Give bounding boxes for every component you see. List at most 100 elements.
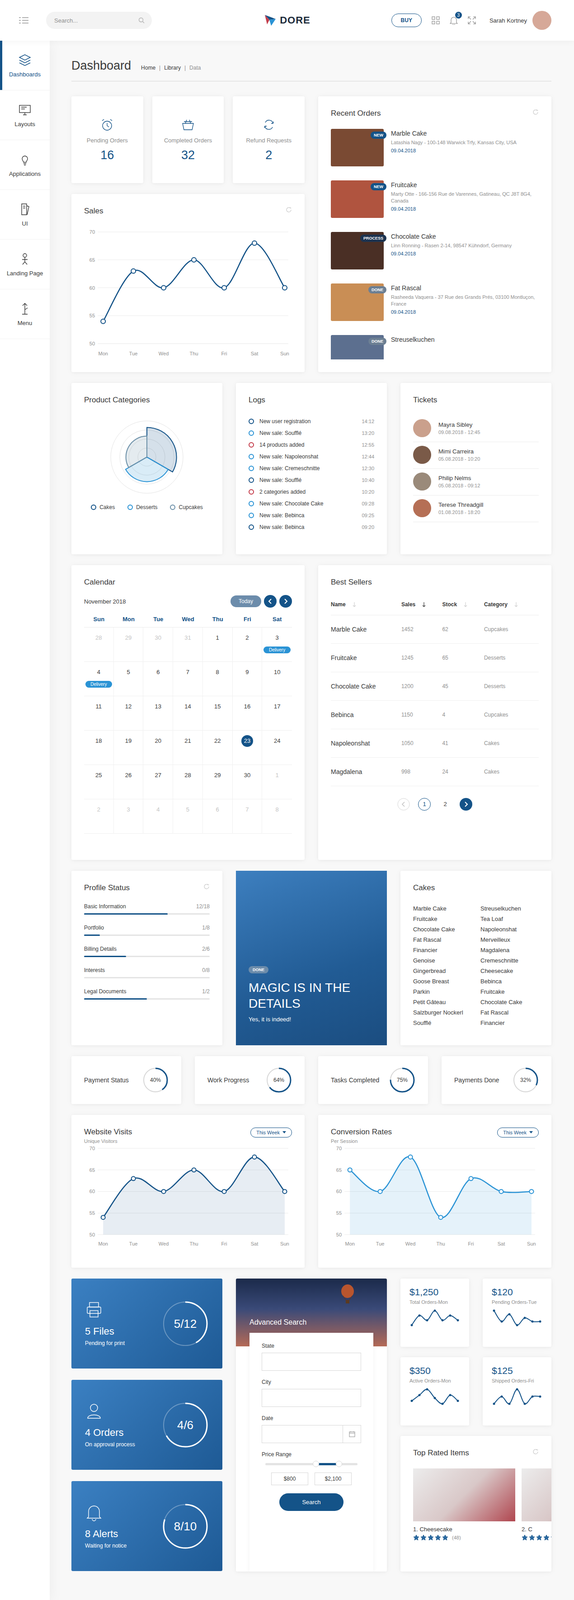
calendar-day[interactable]: 26: [113, 764, 144, 800]
calendar-day[interactable]: 28: [84, 627, 114, 662]
cake-link[interactable]: Bebinca: [480, 975, 539, 987]
data-point[interactable]: [161, 285, 166, 291]
user-name[interactable]: Sarah Kortney: [489, 17, 527, 24]
data-point[interactable]: [100, 319, 106, 324]
calendar-day[interactable]: 8: [202, 661, 233, 697]
cake-link[interactable]: Financier: [413, 944, 472, 956]
calendar-day[interactable]: 29: [202, 764, 233, 800]
data-point[interactable]: [438, 1214, 443, 1219]
cake-link[interactable]: Cheesecake: [480, 965, 539, 976]
polar-wedge[interactable]: [126, 436, 147, 468]
sort-icon[interactable]: [463, 601, 468, 607]
rated-carousel[interactable]: 1. Cheesecake(48)2. C: [413, 1467, 552, 1541]
calendar-event[interactable]: Delivery: [85, 680, 113, 688]
table-row[interactable]: Magdalena99824Cakes: [330, 757, 539, 786]
task-card[interactable]: 8 AlertsWaiting for notice8/10: [71, 1480, 223, 1571]
refresh-icon[interactable]: [532, 1448, 539, 1455]
order-item[interactable]: PROCESSChocolate CakeLinn Ronning - Rase…: [330, 231, 539, 284]
magnifier-icon[interactable]: [138, 17, 145, 24]
order-item[interactable]: NEWFruitcakeMarty Otte - 166-156 Rue de …: [330, 180, 539, 232]
data-point[interactable]: [131, 1176, 136, 1181]
cake-link[interactable]: Soufflé: [413, 1017, 472, 1028]
calendar-day[interactable]: 24: [262, 730, 292, 765]
rated-item[interactable]: 2. C: [521, 1467, 552, 1541]
data-point[interactable]: [408, 1154, 413, 1159]
task-card[interactable]: 4 OrdersOn approval process4/6: [71, 1379, 223, 1470]
data-point[interactable]: [221, 285, 227, 291]
breadcrumb-item[interactable]: Home: [141, 64, 156, 71]
data-point[interactable]: [252, 1154, 257, 1159]
cake-link[interactable]: Genoise: [413, 955, 472, 966]
page-number[interactable]: 1: [418, 797, 431, 811]
data-point[interactable]: [498, 1189, 504, 1194]
calendar-day[interactable]: 31: [173, 627, 203, 662]
order-item[interactable]: DONEStreuselkuchen: [330, 334, 539, 360]
cake-link[interactable]: Parkin: [413, 986, 472, 997]
data-point[interactable]: [468, 1176, 473, 1181]
cake-link[interactable]: Tea Loaf: [480, 913, 539, 924]
calendar-day[interactable]: 10: [262, 661, 292, 697]
data-point[interactable]: [191, 257, 197, 263]
order-item[interactable]: NEWMarble CakeLatashia Nagy - 100-148 Wa…: [330, 128, 539, 181]
calendar-day[interactable]: 3Delivery: [262, 627, 292, 662]
search-button[interactable]: Search: [279, 1492, 344, 1511]
calendar-day[interactable]: 1: [202, 627, 233, 662]
legend-item[interactable]: Cakes: [90, 503, 115, 511]
calendar-day[interactable]: 25: [84, 764, 114, 800]
sidebar-item[interactable]: Dashboards: [0, 40, 50, 91]
calendar-event[interactable]: Delivery: [263, 646, 291, 654]
date-input[interactable]: [261, 1424, 344, 1443]
calendar-day[interactable]: 2: [232, 627, 263, 662]
calendar-day[interactable]: 20: [143, 730, 174, 765]
calendar-day[interactable]: 21: [173, 730, 203, 765]
menu-icon[interactable]: [18, 16, 30, 24]
range-handle-high[interactable]: [335, 1460, 343, 1467]
user-avatar[interactable]: [532, 10, 552, 30]
order-item[interactable]: DONEFat RascalRasheeda Vaquera - 37 Rue …: [330, 283, 539, 335]
data-point[interactable]: [101, 1214, 106, 1219]
logo[interactable]: DORE: [263, 13, 311, 28]
cake-link[interactable]: Chocolate Cake: [413, 923, 472, 935]
calendar-day[interactable]: 7: [232, 799, 263, 834]
search-box[interactable]: [46, 11, 152, 29]
legend-item[interactable]: Desserts: [127, 503, 158, 511]
sort-icon[interactable]: [352, 601, 357, 607]
cake-link[interactable]: Chocolate Cake: [480, 996, 539, 1007]
stat-card[interactable]: Pending Orders16: [71, 96, 144, 184]
calendar-day[interactable]: 18: [84, 730, 114, 765]
stat-card[interactable]: Refund Requests2: [232, 96, 305, 184]
cake-link[interactable]: Financier: [480, 1017, 539, 1028]
ticket-row[interactable]: Terese Threadgill01.08.2018 - 18:20: [413, 495, 539, 523]
calendar-day[interactable]: 5: [113, 661, 144, 697]
cake-link[interactable]: Gingerbread: [413, 965, 472, 976]
sidebar-item[interactable]: Landing Page: [0, 239, 50, 290]
sidebar-item[interactable]: UI: [0, 189, 50, 240]
cake-link[interactable]: Napoleonshat: [480, 923, 539, 935]
data-point[interactable]: [131, 268, 136, 274]
range-handle-low[interactable]: [312, 1460, 320, 1467]
sidebar-item[interactable]: Applications: [0, 140, 50, 190]
breadcrumb-item[interactable]: Library: [164, 64, 181, 71]
fullscreen-icon[interactable]: [467, 16, 476, 25]
column-header[interactable]: Category: [484, 597, 539, 616]
calendar-day[interactable]: 4: [143, 799, 174, 834]
refresh-icon[interactable]: [285, 206, 292, 213]
legend-item[interactable]: Cupcakes: [169, 503, 203, 511]
cake-link[interactable]: Cremeschnitte: [480, 955, 539, 966]
data-point[interactable]: [192, 1167, 197, 1172]
previous-page-icon[interactable]: [397, 797, 410, 811]
feature-banner[interactable]: DONEMAGIC IS IN THE DETAILSYes, it is in…: [235, 870, 387, 1045]
calendar-day[interactable]: 30: [232, 764, 263, 800]
calendar-day[interactable]: 12: [113, 696, 144, 731]
next-month-icon[interactable]: [279, 594, 292, 608]
calendar-day[interactable]: 6: [202, 799, 233, 834]
cake-link[interactable]: Goose Breast: [413, 975, 472, 987]
date-picker-button[interactable]: [343, 1424, 362, 1443]
ticket-row[interactable]: Mayra Sibley09.08.2018 - 12:45: [413, 415, 539, 443]
column-header[interactable]: Sales: [401, 597, 443, 616]
search-input[interactable]: [53, 16, 139, 25]
cake-link[interactable]: Salzburger Nockerl: [413, 1006, 472, 1018]
ticket-row[interactable]: Philip Nelms05.08.2018 - 09:12: [413, 468, 539, 496]
period-dropdown[interactable]: This Week: [497, 1127, 539, 1138]
calendar-day[interactable]: 9: [232, 661, 263, 697]
